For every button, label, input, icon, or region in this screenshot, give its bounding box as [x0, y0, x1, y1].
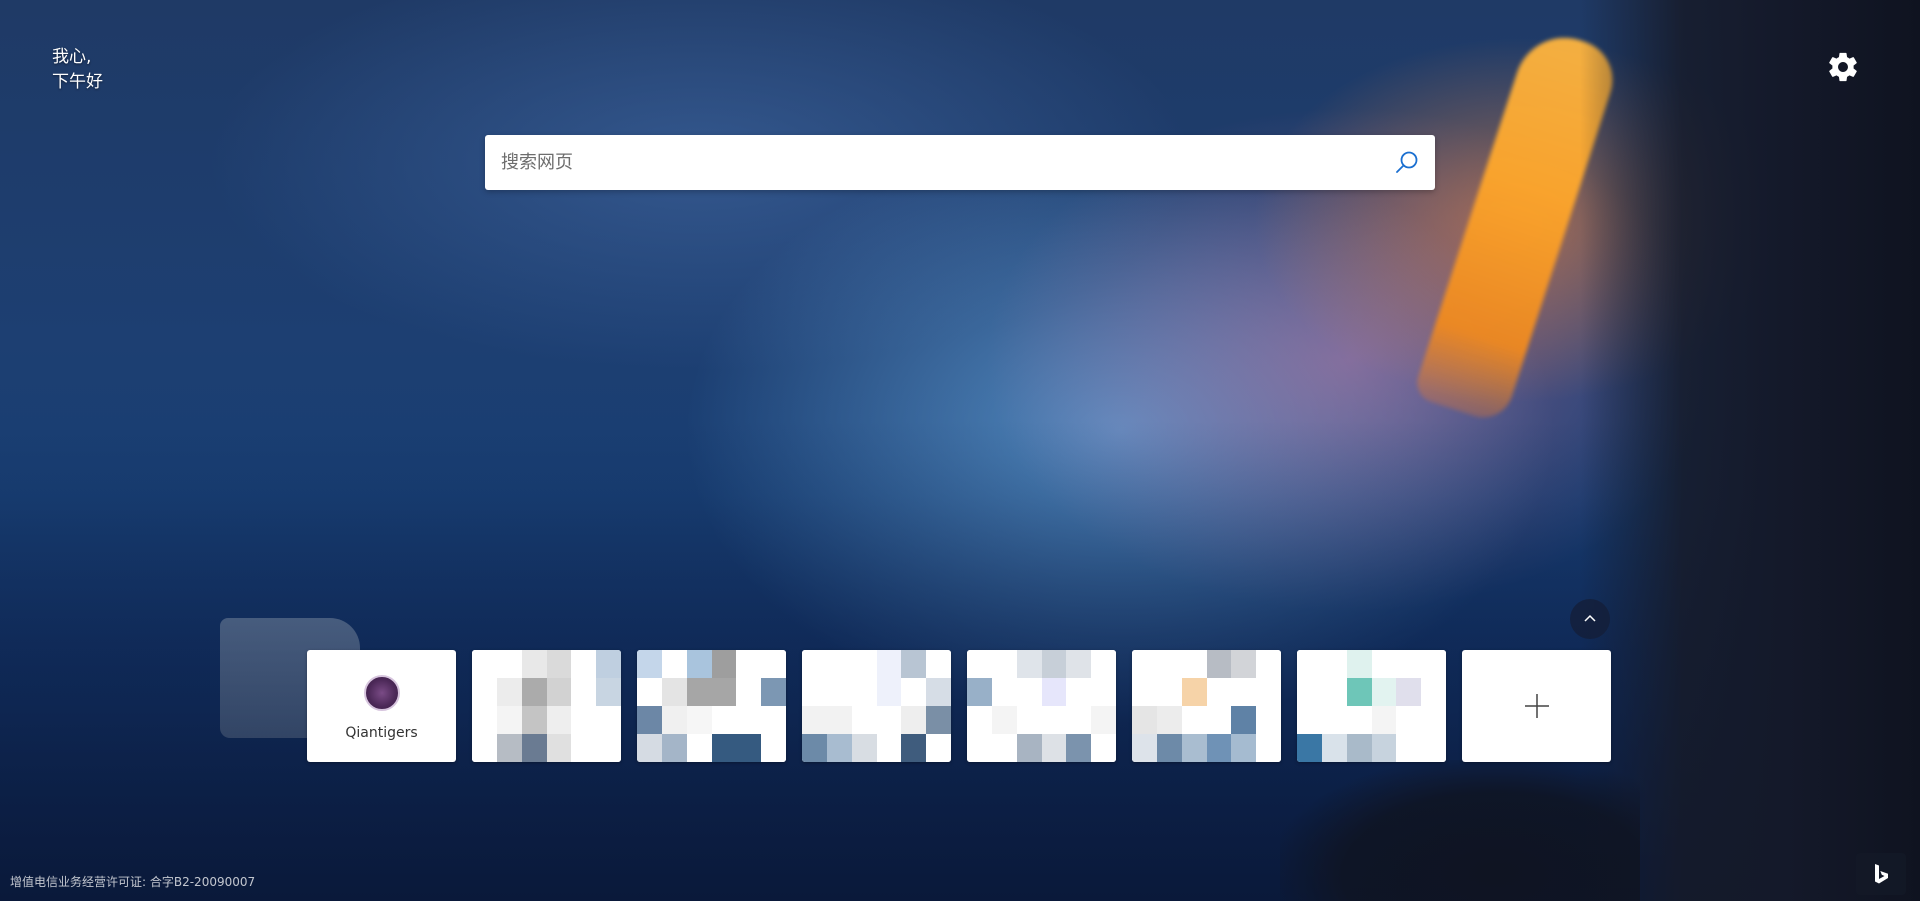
greeting-time: 下午好 — [52, 72, 103, 92]
search-box — [485, 134, 1435, 191]
top-site-tile-blurred[interactable] — [637, 650, 786, 762]
new-tab-page: 我心, 下午好 Qiantigers — [0, 0, 1920, 901]
bing-button[interactable] — [1856, 853, 1906, 895]
top-site-tile-blurred[interactable] — [1132, 650, 1281, 762]
background-rocks — [1280, 760, 1640, 901]
settings-button[interactable] — [1826, 50, 1860, 84]
top-site-tile-blurred[interactable] — [967, 650, 1116, 762]
blurred-thumbnail — [637, 650, 786, 762]
blurred-thumbnail — [967, 650, 1116, 762]
blurred-thumbnail — [1132, 650, 1281, 762]
top-sites: Qiantigers — [307, 650, 1611, 762]
blurred-thumbnail — [802, 650, 951, 762]
bing-logo-icon — [1875, 864, 1888, 884]
blurred-thumbnail — [472, 650, 621, 762]
top-site-tile[interactable]: Qiantigers — [307, 650, 456, 762]
chevron-up-icon — [1584, 614, 1596, 622]
collapse-tiles-button[interactable] — [1570, 599, 1610, 639]
search-icon — [1396, 151, 1418, 173]
greeting-name: 我心, — [52, 47, 92, 67]
top-site-label: Qiantigers — [345, 725, 418, 741]
top-site-tile-blurred[interactable] — [802, 650, 951, 762]
blurred-thumbnail — [1297, 650, 1446, 762]
add-site-button[interactable] — [1462, 650, 1611, 762]
greeting: 我心, 下午好 — [52, 45, 103, 95]
site-logo-icon — [363, 675, 400, 711]
search-button[interactable] — [1379, 135, 1435, 190]
search-input[interactable] — [485, 134, 1379, 191]
license-text[interactable]: 增值电信业务经营许可证: 合字B2-20090007 — [10, 873, 255, 890]
top-site-tile-blurred[interactable] — [1297, 650, 1446, 762]
gear-icon — [1829, 52, 1857, 82]
top-site-tile-blurred[interactable] — [472, 650, 621, 762]
plus-icon — [1524, 694, 1549, 718]
